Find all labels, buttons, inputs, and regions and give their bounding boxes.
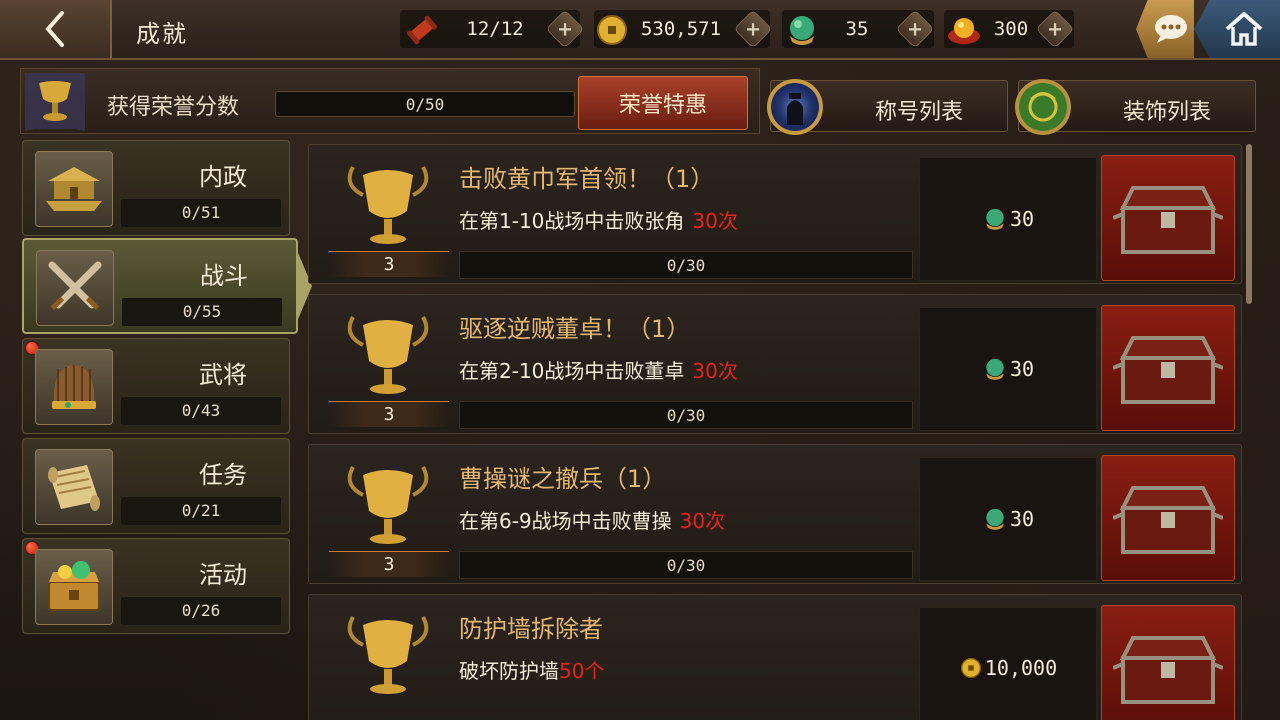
achievement-progress: 0/30 [459, 251, 913, 279]
jade-icon [986, 208, 1004, 230]
achievement-title: 驱逐逆贼董卓！（1） [459, 315, 691, 343]
reward-chest-button[interactable] [1101, 155, 1235, 281]
category-quests[interactable]: 任务 0/21 [22, 438, 290, 534]
reward-value: 30 [1009, 207, 1035, 231]
category-name: 活动 [199, 561, 247, 589]
category-progress: 0/55 [122, 298, 282, 326]
achievement-points: 3 [329, 551, 449, 577]
achievement-reward: 30 [919, 457, 1097, 581]
achievement-card: 3 曹操谜之撤兵（1） 在第6-9战场中击败曹操 30次 0/30 30 [308, 444, 1242, 584]
coin-icon [960, 658, 981, 678]
scroll-icon [406, 15, 438, 45]
back-button[interactable] [0, 0, 112, 58]
description-text: 在第6-9战场中击败曹操 [459, 509, 672, 533]
category-name: 武将 [199, 361, 247, 389]
resource-value: 300 [993, 18, 1029, 40]
category-battle[interactable]: 战斗 0/55 [22, 238, 312, 334]
achievement-progress: 0/30 [459, 551, 913, 579]
treasure-chest-icon [1113, 336, 1223, 404]
coin-icon [597, 15, 627, 45]
gold-ingot-icon [948, 18, 980, 44]
jade-icon [986, 358, 1004, 380]
description-text: 在第2-10战场中击败董卓 [459, 359, 685, 383]
achievement-title: 防护墙拆除者 [459, 615, 603, 643]
achievement-points: 3 [329, 401, 449, 427]
jade-icon [790, 16, 814, 45]
achievement-count: 50个 [559, 659, 605, 683]
resource-value: 530,571 [640, 18, 722, 40]
chevron-left-icon [45, 11, 64, 47]
category-generals[interactable]: 武将 0/43 [22, 338, 290, 434]
honor-score-label: 获得荣誉分数 [107, 95, 240, 120]
reward-value: 30 [1009, 507, 1035, 531]
chat-button[interactable] [1136, 0, 1194, 58]
honor-special-button[interactable]: 荣誉特惠 [578, 76, 748, 130]
resource-value: 12/12 [466, 18, 524, 40]
category-name: 内政 [199, 163, 247, 191]
jade-ornament-icon [1015, 79, 1071, 135]
achievement-points: 3 [329, 251, 449, 277]
jade-icon [986, 508, 1004, 530]
resource-value: 35 [845, 18, 869, 40]
achievement-description: 在第6-9战场中击败曹操 30次 [459, 505, 725, 534]
category-name: 任务 [199, 461, 247, 489]
honor-score-value: 0/50 [405, 95, 445, 114]
category-internal-affairs[interactable]: 内政 0/51 [22, 140, 290, 236]
description-text: 破坏防护墙 [459, 659, 559, 683]
category-name: 战斗 [200, 262, 248, 290]
reward-value: 10,000 [984, 656, 1058, 680]
category-progress: 0/21 [121, 497, 281, 525]
title-list-label: 称号列表 [874, 100, 963, 125]
achievement-description: 在第2-10战场中击败董卓 30次 [459, 355, 738, 384]
category-progress: 0/51 [121, 199, 281, 227]
achievement-title: 击败黄巾军首领！（1） [459, 165, 715, 193]
crossed-swords-icon [36, 250, 114, 326]
chat-bubble-icon [1155, 15, 1187, 43]
list-scrollbar[interactable] [1246, 144, 1252, 304]
achievement-reward: 10,000 [919, 607, 1097, 720]
achievement-count: 30次 [679, 509, 726, 533]
trophy-icon [347, 616, 429, 694]
achievement-title: 曹操谜之撤兵（1） [459, 465, 667, 493]
reward-chest-button[interactable] [1101, 455, 1235, 581]
achievement-list[interactable]: 3 击败黄巾军首领！（1） 在第1-10战场中击败张角 30次 0/30 30 [304, 140, 1256, 720]
decoration-list-button[interactable]: 装饰列表 [1015, 79, 1256, 135]
home-icon [1225, 12, 1263, 46]
reward-chest-button[interactable] [1101, 605, 1235, 720]
reward-chest-button[interactable] [1101, 305, 1235, 431]
category-progress: 0/26 [121, 597, 281, 625]
general-portrait-icon [767, 79, 823, 135]
treasure-chest-icon [1113, 636, 1223, 704]
description-text: 在第1-10战场中击败张角 [459, 209, 685, 233]
treasure-chest-icon [1113, 486, 1223, 554]
category-progress: 0/43 [121, 397, 281, 425]
achievement-card: 防护墙拆除者 破坏防护墙50个 10,000 [308, 594, 1242, 720]
helmet-icon [35, 349, 113, 425]
achievement-count: 30次 [692, 359, 738, 383]
achievement-reward: 30 [919, 157, 1097, 281]
reward-value: 30 [1009, 357, 1035, 381]
trophy-icon [25, 73, 85, 131]
achievement-card: 3 击败黄巾军首领！（1） 在第1-10战场中击败张角 30次 0/30 30 [308, 144, 1242, 284]
decoration-list-label: 装饰列表 [1122, 100, 1211, 125]
achievement-count: 30次 [692, 209, 738, 233]
treasure-chest-icon [1113, 186, 1223, 254]
honor-score-progress: 0/50 [275, 91, 575, 117]
treasure-box-icon [35, 549, 113, 625]
achievement-progress: 0/30 [459, 401, 913, 429]
achievement-description: 破坏防护墙50个 [459, 655, 604, 684]
achievement-description: 在第1-10战场中击败张角 30次 [459, 205, 738, 234]
page-title: 成就 [136, 20, 188, 48]
scroll-map-icon [35, 449, 113, 525]
achievement-reward: 30 [919, 307, 1097, 431]
palace-icon [35, 151, 113, 227]
category-events[interactable]: 活动 0/26 [22, 538, 290, 634]
achievement-card: 3 驱逐逆贼董卓！（1） 在第2-10战场中击败董卓 30次 0/30 30 [308, 294, 1242, 434]
home-button[interactable] [1194, 0, 1280, 58]
top-bar: 成就 12/12 + 530,571 + 35 + 300 + [0, 0, 1280, 60]
title-list-button[interactable]: 称号列表 [767, 79, 1008, 135]
